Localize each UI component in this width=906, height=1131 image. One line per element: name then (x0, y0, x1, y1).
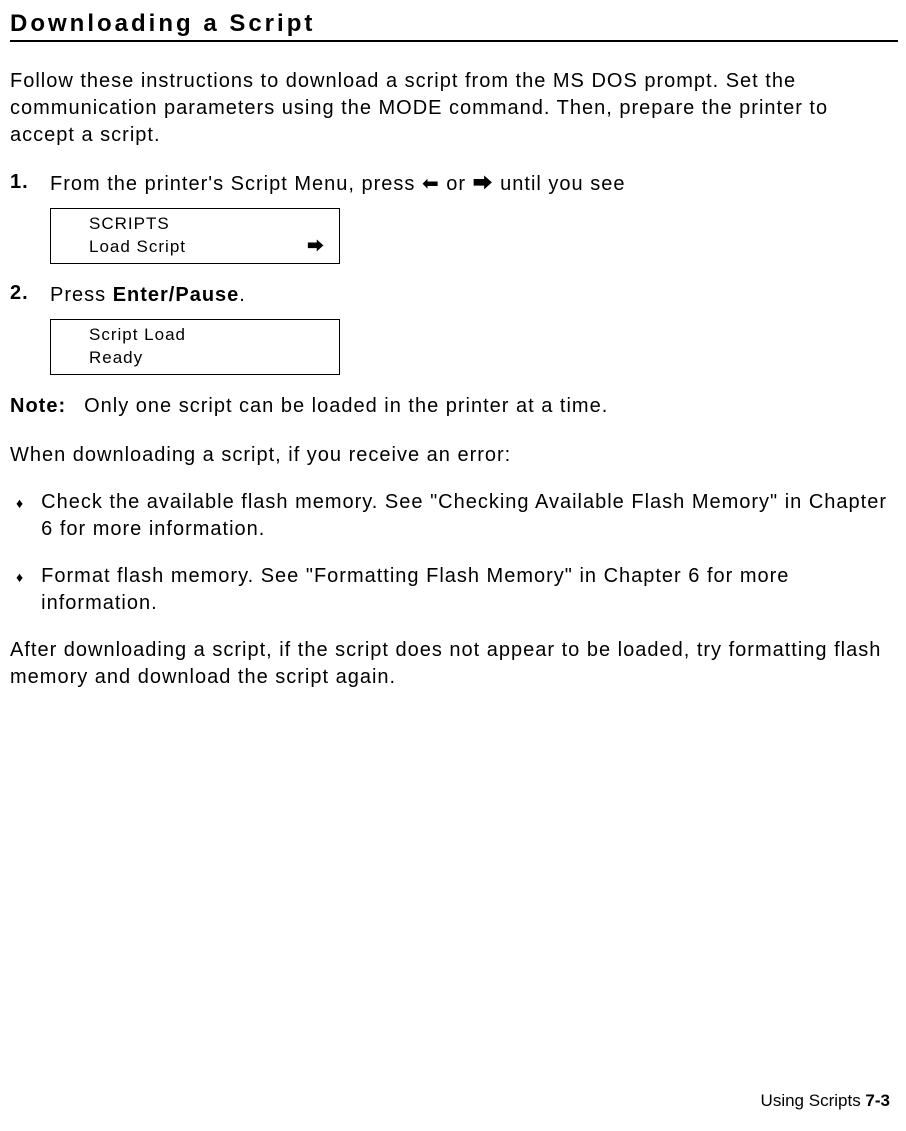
bullet-icon: ♦ (10, 489, 23, 543)
step-1: 1. From the printer's Script Menu, press… (10, 171, 898, 198)
lcd-2-line-1: Script Load (89, 324, 339, 347)
bullet-icon: ♦ (10, 563, 23, 617)
step-2-number: 2. (10, 282, 32, 309)
step-2-before: Press (50, 284, 113, 306)
step-1-after: until you see (494, 173, 626, 195)
list-item: ♦ Check the available flash memory. See … (10, 489, 898, 543)
page-footer: Using Scripts 7-3 (761, 1091, 890, 1111)
note-label: Note: (10, 395, 66, 417)
error-intro: When downloading a script, if you receiv… (10, 442, 898, 469)
section-heading: Downloading a Script (10, 10, 898, 42)
step-1-before: From the printer's Script Menu, press (50, 173, 422, 195)
step-1-number: 1. (10, 171, 32, 198)
lcd-display-1: SCRIPTS Load Script ⮕ (50, 208, 340, 264)
bullet-2-text: Format flash memory. See "Formatting Fla… (41, 563, 898, 617)
after-paragraph: After downloading a script, if the scrip… (10, 637, 898, 691)
lcd-2-line-2: Ready (89, 347, 339, 370)
right-arrow-icon: ⮕ (307, 236, 325, 259)
step-1-text: From the printer's Script Menu, press ⬅ … (50, 171, 625, 198)
bullet-1-text: Check the available flash memory. See "C… (41, 489, 898, 543)
step-2-text: Press Enter/Pause. (50, 282, 246, 309)
intro-paragraph: Follow these instructions to download a … (10, 68, 898, 149)
right-arrow-icon: ⮕ (473, 173, 494, 195)
step-2-bold: Enter/Pause (113, 284, 240, 306)
page-number: 7-3 (865, 1091, 890, 1110)
lcd-display-2: Script Load Ready (50, 319, 340, 375)
list-item: ♦ Format flash memory. See "Formatting F… (10, 563, 898, 617)
step-2: 2. Press Enter/Pause. (10, 282, 898, 309)
note: Note: Only one script can be loaded in th… (10, 393, 898, 420)
footer-label: Using Scripts (761, 1091, 866, 1110)
step-1-or: or (440, 173, 473, 195)
lcd-1-line-2-label: Load Script (89, 236, 186, 259)
left-arrow-icon: ⬅ (422, 173, 440, 195)
note-text: Only one script can be loaded in the pri… (84, 395, 608, 417)
step-2-after: . (239, 284, 246, 306)
lcd-1-line-1: SCRIPTS (89, 213, 339, 236)
